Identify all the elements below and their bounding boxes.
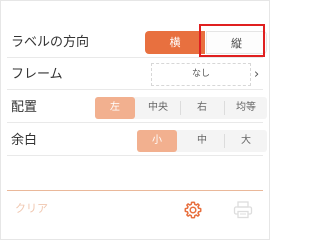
margin-row: 余白 小 中 大 [7,125,267,156]
frame-row[interactable]: フレーム なし › [7,59,263,90]
row-divider [7,155,263,156]
alignment-right-button[interactable]: 右 [181,97,223,119]
orientation-row: ラベルの方向 横 縦 [7,27,267,58]
clear-button[interactable]: クリア [15,200,48,216]
orientation-label: ラベルの方向 [11,35,90,50]
orientation-toggle: 横 縦 [145,31,267,54]
margin-small-button[interactable]: 小 [137,130,177,152]
label-settings-panel: ラベルの方向 横 縦 フレーム なし › 配置 左 中央 右 均等 余白 小 中 [0,0,270,240]
chevron-right-icon[interactable]: › [254,59,259,90]
row-divider [7,89,263,90]
alignment-row: 配置 左 中央 右 均等 [7,92,267,123]
printer-icon[interactable] [233,201,253,219]
footer-divider [7,190,263,191]
margin-segmented-control: 小 中 大 [137,130,267,152]
alignment-label: 配置 [11,100,38,115]
frame-value[interactable]: なし [151,63,251,86]
margin-label: 余白 [11,133,38,148]
alignment-segmented-control: 左 中央 右 均等 [95,97,267,119]
row-divider [7,122,263,123]
gear-icon[interactable] [183,200,203,220]
margin-large-button[interactable]: 大 [225,130,267,152]
frame-label: フレーム [11,67,63,82]
orientation-horizontal-button[interactable]: 横 [145,31,205,54]
row-divider [7,57,263,58]
alignment-center-button[interactable]: 中央 [137,97,179,119]
orientation-vertical-button[interactable]: 縦 [206,31,267,54]
margin-medium-button[interactable]: 中 [181,130,223,152]
alignment-left-button[interactable]: 左 [95,97,135,119]
alignment-justify-button[interactable]: 均等 [225,97,267,119]
